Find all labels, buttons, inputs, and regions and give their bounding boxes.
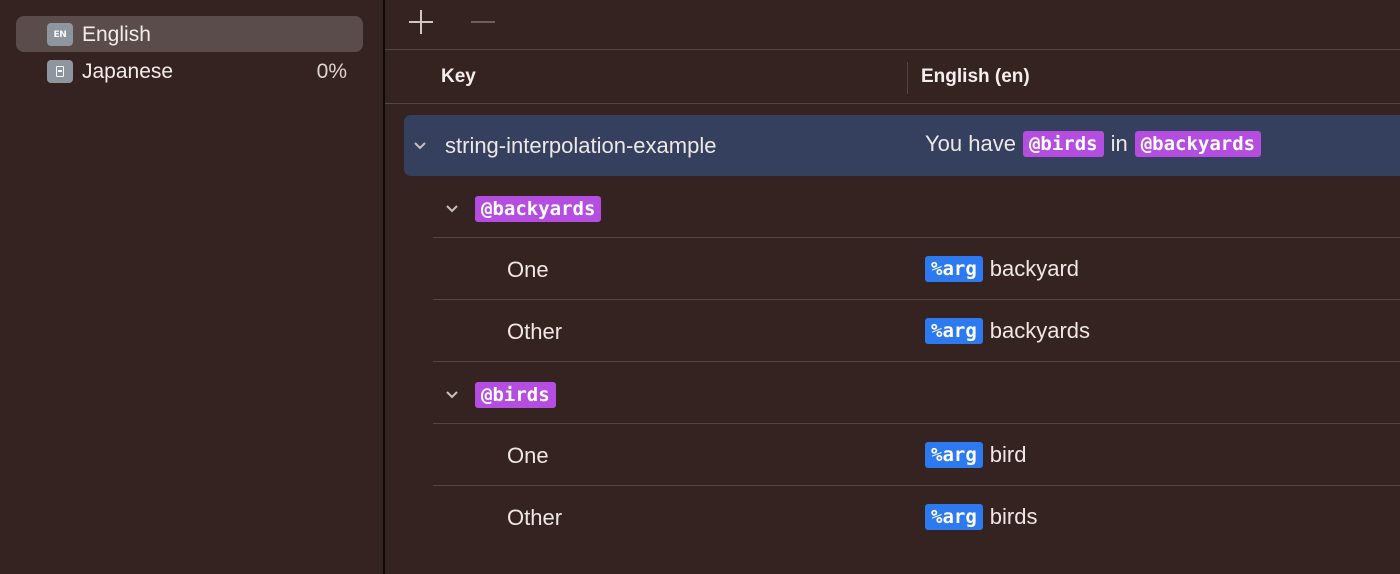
arg-token: %arg — [925, 256, 983, 282]
variable-token: @birds — [1022, 131, 1104, 157]
plural-key: One — [507, 257, 549, 282]
value-text: backyard — [989, 256, 1080, 281]
plural-key: Other — [507, 505, 563, 530]
plural-key: One — [507, 443, 549, 468]
divider — [433, 299, 1400, 300]
plural-value[interactable]: %arg backyards — [925, 318, 1090, 344]
minus-icon — [471, 21, 495, 23]
remove-string-button[interactable] — [467, 6, 499, 38]
plural-value[interactable]: %arg bird — [925, 442, 1026, 468]
column-header-key[interactable]: Key — [441, 66, 476, 88]
column-separator[interactable] — [907, 62, 908, 94]
chevron-down-icon[interactable] — [445, 203, 458, 215]
language-flag-icon — [47, 60, 73, 83]
language-sidebar: EN English Japanese 0% — [0, 0, 383, 574]
plural-value[interactable]: %arg backyard — [925, 256, 1079, 282]
chevron-down-icon[interactable] — [445, 389, 458, 401]
variable-group-header: @backyards — [475, 196, 602, 222]
plural-key: Other — [507, 319, 563, 344]
string-value[interactable]: You have @birds in @backyards — [925, 131, 1262, 157]
variable-token: @birds — [475, 382, 556, 408]
value-text: backyards — [989, 318, 1091, 343]
variable-token: @backyards — [1134, 131, 1262, 157]
value-text: in — [1110, 131, 1128, 156]
sidebar-item-english[interactable]: EN English — [16, 16, 363, 52]
sidebar-item-label: Japanese — [82, 60, 174, 83]
divider — [433, 423, 1400, 424]
language-flag-icon: EN — [47, 23, 73, 46]
plus-icon — [409, 10, 433, 34]
value-text: You have — [925, 131, 1016, 156]
string-table-panel: Key English (en) string-interpolation-ex… — [385, 0, 1400, 574]
arg-token: %arg — [925, 504, 983, 530]
variable-group-header: @birds — [475, 382, 556, 408]
plural-value[interactable]: %arg birds — [925, 504, 1037, 530]
chevron-down-icon[interactable] — [413, 140, 426, 152]
translation-progress: 0% — [316, 60, 347, 83]
divider — [433, 485, 1400, 486]
localization-editor: EN English Japanese 0% Key English (en) … — [0, 0, 1400, 574]
add-string-button[interactable] — [405, 6, 437, 38]
value-text: bird — [989, 442, 1027, 467]
value-text: birds — [989, 504, 1038, 529]
sidebar-item-label: English — [82, 23, 151, 46]
divider — [433, 237, 1400, 238]
divider — [433, 361, 1400, 362]
arg-token: %arg — [925, 442, 983, 468]
divider — [385, 103, 1400, 104]
variable-token: @backyards — [475, 196, 602, 222]
column-header-english[interactable]: English (en) — [921, 66, 1030, 88]
string-key: string-interpolation-example — [445, 133, 717, 158]
sidebar-item-japanese[interactable]: Japanese 0% — [16, 53, 363, 89]
divider — [385, 49, 1400, 50]
arg-token: %arg — [925, 318, 983, 344]
